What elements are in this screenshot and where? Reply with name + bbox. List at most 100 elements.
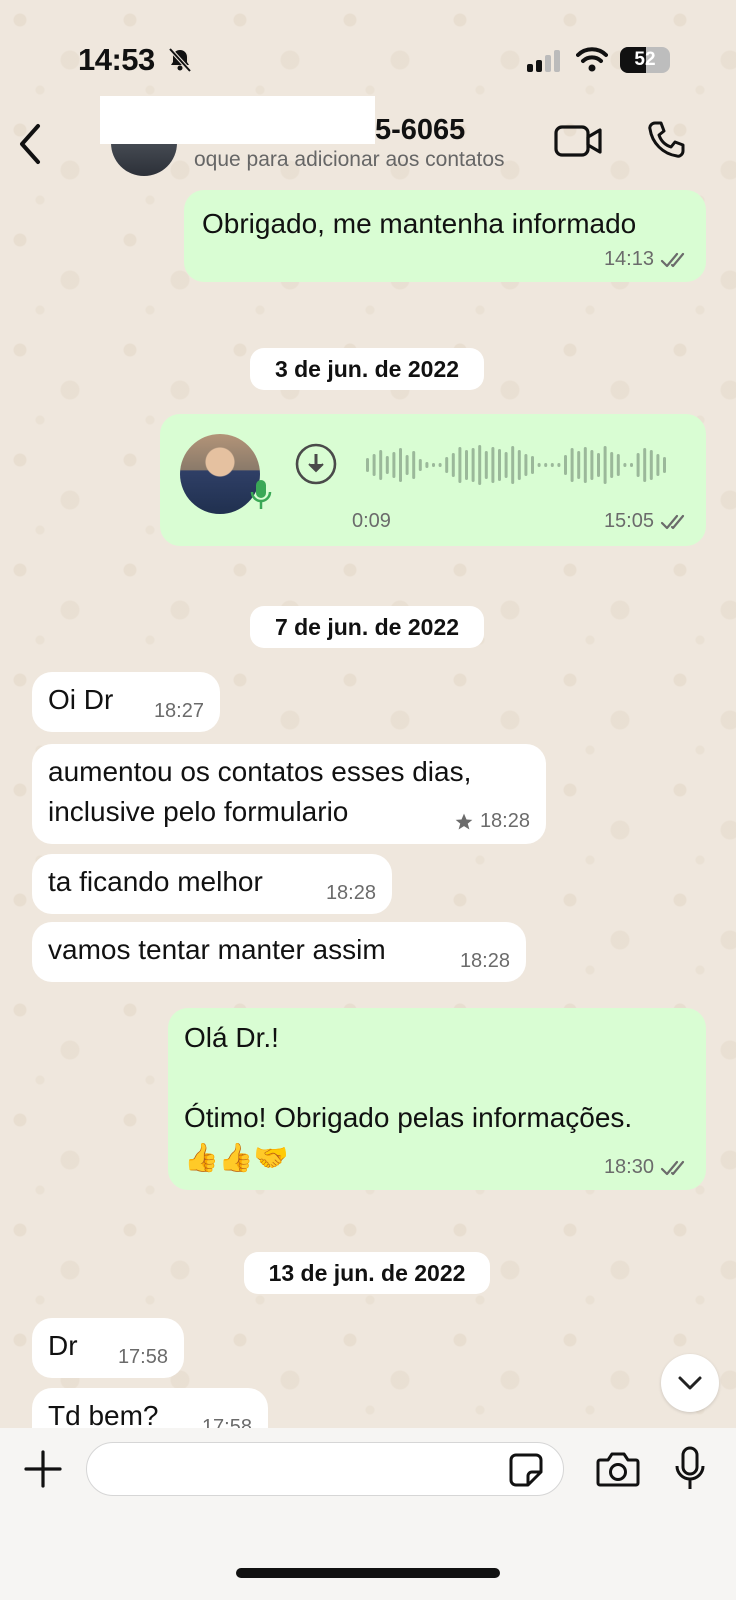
home-indicator: [236, 1568, 500, 1578]
message-meta: 18:28: [460, 950, 510, 973]
waveform-bar: [392, 452, 396, 478]
microphone-icon: [250, 480, 272, 509]
waveform-bar: [663, 457, 666, 473]
voice-message[interactable]: 0:09 15:05: [160, 414, 706, 546]
waveform-bar: [623, 463, 627, 467]
message-incoming[interactable]: Dr 17:58: [32, 1318, 184, 1378]
message-meta: 14:13: [604, 248, 690, 271]
waveform-bar: [451, 453, 455, 477]
waveform-bar: [491, 447, 495, 483]
waveform-bar: [504, 452, 508, 478]
message-incoming[interactable]: vamos tentar manter assim 18:28: [32, 922, 526, 982]
waveform-bar: [498, 449, 501, 481]
waveform-bar: [537, 463, 541, 467]
message-time: 18:30: [603, 1156, 654, 1178]
cellular-signal-icon: [527, 50, 560, 72]
message-time: 18:28: [479, 810, 530, 832]
chevron-down-icon: [678, 1376, 702, 1390]
waveform-bar: [656, 454, 660, 476]
message-meta: 17:58: [118, 1346, 168, 1369]
waveform-bar: [583, 447, 587, 483]
battery-indicator: 52: [620, 47, 670, 73]
waveform-bar: [603, 446, 607, 484]
star-icon: [455, 813, 473, 829]
waveform-bar: [531, 456, 534, 474]
waveform-bar: [590, 450, 594, 480]
waveform-bar: [570, 448, 574, 482]
message-text: vamos tentar manter assim: [48, 934, 386, 965]
sticker-icon[interactable]: [508, 1452, 544, 1488]
message-meta: 18:27: [154, 700, 204, 723]
message-time: 18:28: [459, 950, 510, 972]
waveform-bar: [616, 454, 620, 476]
wifi-icon: [576, 47, 608, 72]
waveform-bar: [643, 448, 647, 482]
message-text: Olá Dr.! Ótimo! Obrigado pelas informaçõ…: [184, 1022, 633, 1173]
download-icon[interactable]: [294, 442, 338, 486]
message-outgoing[interactable]: Olá Dr.! Ótimo! Obrigado pelas informaçõ…: [168, 1008, 706, 1190]
message-meta: 18:28: [454, 810, 530, 833]
message-input[interactable]: [86, 1442, 564, 1496]
waveform-bar: [524, 454, 528, 476]
waveform-bar: [399, 448, 402, 482]
waveform-bar: [550, 463, 554, 467]
waveform-bar: [484, 451, 488, 479]
waveform-bar: [465, 450, 468, 480]
waveform-bar: [385, 456, 389, 474]
waveform-bar: [649, 450, 653, 480]
message-meta: 15:05: [604, 510, 690, 533]
message-meta: 18:30: [604, 1156, 690, 1179]
waveform-bar: [366, 458, 369, 472]
waveform-bar: [438, 463, 442, 467]
waveform-bar: [458, 447, 462, 483]
waveform-bar: [577, 451, 581, 479]
waveform-bar: [425, 462, 429, 468]
waveform-bar: [564, 455, 567, 475]
waveform-bar: [511, 446, 515, 484]
waveform-bar: [478, 445, 482, 485]
message-incoming[interactable]: ta ficando melhor 18:28: [32, 854, 392, 914]
message-incoming[interactable]: Oi Dr 18:27: [32, 672, 220, 732]
voice-waveform[interactable]: [366, 444, 676, 486]
message-text: aumentou os contatos esses dias, inclusi…: [48, 756, 472, 827]
battery-level: 52: [634, 49, 656, 70]
message-time: 17:58: [117, 1346, 168, 1368]
message-text: ta ficando melhor: [48, 866, 263, 897]
waveform-bar: [636, 453, 640, 477]
phone-icon[interactable]: [646, 120, 686, 160]
voice-duration: 0:09: [352, 510, 391, 532]
waveform-bar: [557, 463, 561, 467]
bell-slash-icon: [168, 47, 192, 73]
message-incoming[interactable]: aumentou os contatos esses dias, inclusi…: [32, 744, 546, 844]
waveform-bar: [445, 457, 449, 473]
double-check-icon: [660, 1160, 685, 1175]
waveform-bar: [379, 450, 383, 480]
contact-subtitle[interactable]: oque para adicionar aos contatos: [194, 148, 539, 172]
waveform-bar: [405, 455, 409, 475]
double-check-icon: [660, 252, 685, 267]
date-separator: 3 de jun. de 2022: [250, 348, 484, 390]
status-bar: 14:53 52: [0, 0, 736, 100]
message-time: 18:28: [325, 882, 376, 904]
message-text: Dr: [48, 1330, 78, 1361]
waveform-bar: [372, 454, 376, 476]
microphone-icon[interactable]: [674, 1446, 706, 1492]
redacted-area: [100, 96, 375, 144]
chevron-left-icon[interactable]: [14, 122, 46, 166]
waveform-bar: [630, 463, 633, 467]
waveform-bar: [418, 459, 422, 471]
message-text: Obrigado, me mantenha informado: [202, 208, 637, 239]
message-time: 15:05: [603, 510, 654, 532]
date-separator: 7 de jun. de 2022: [250, 606, 484, 648]
message-meta: 18:28: [326, 882, 376, 905]
camera-icon[interactable]: [596, 1450, 640, 1488]
waveform-bar: [471, 448, 475, 482]
message-text: Oi Dr: [48, 684, 114, 715]
plus-icon[interactable]: [24, 1450, 62, 1488]
video-camera-icon[interactable]: [554, 124, 602, 158]
contact-name[interactable]: 5-6065: [375, 114, 465, 147]
scroll-to-bottom-button[interactable]: [661, 1354, 719, 1412]
message-time: 18:27: [153, 700, 204, 722]
voice-sender-avatar: [180, 434, 260, 514]
message-outgoing[interactable]: Obrigado, me mantenha informado 14:13: [184, 190, 706, 282]
